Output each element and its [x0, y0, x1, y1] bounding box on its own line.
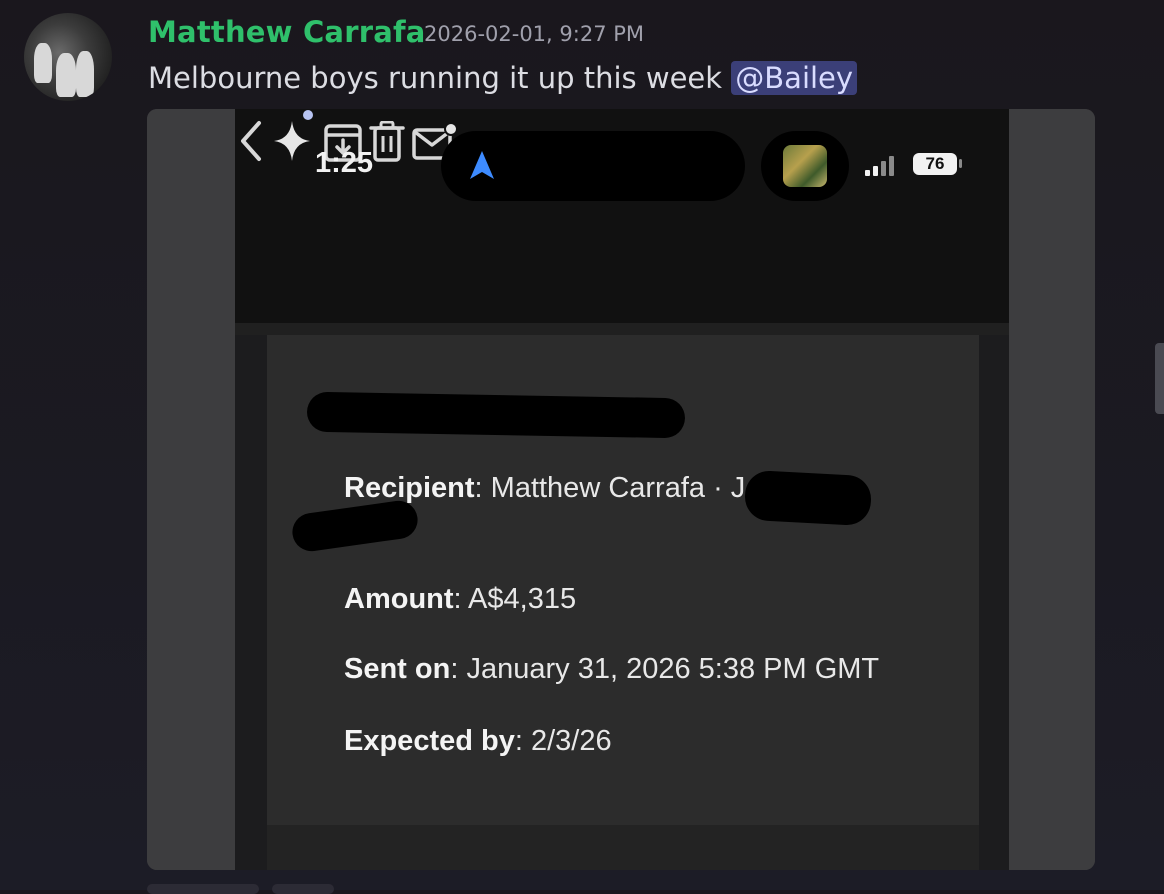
- navigation-arrow-icon: [470, 151, 494, 179]
- avatar[interactable]: [24, 13, 112, 101]
- toolbar-divider: [235, 323, 1009, 335]
- expected-value: 2/3/26: [530, 725, 612, 757]
- battery-tip: [959, 159, 962, 168]
- reaction-pill[interactable]: [147, 884, 259, 894]
- amount-value: A$4,315: [468, 583, 577, 615]
- amount-label: Amount: [344, 583, 454, 615]
- message-timestamp: 2026-02-01, 9:27 PM: [424, 22, 645, 46]
- now-playing-island: [761, 131, 849, 201]
- album-art-icon: [783, 145, 827, 187]
- sent-row: Sent on: January 31, 2026 5:38 PM GMT: [344, 653, 880, 685]
- dynamic-island: [441, 131, 745, 201]
- trash-icon: [369, 120, 406, 162]
- email-frame-right: [979, 335, 1009, 870]
- expected-label: Expected by: [344, 725, 515, 757]
- scrollbar-thumb[interactable]: [1155, 343, 1164, 414]
- email-frame-left: [235, 335, 267, 870]
- expected-row: Expected by: 2/3/26: [344, 725, 612, 757]
- email-footer-strip: [267, 825, 979, 870]
- chat-message: Matthew Carrafa 2026-02-01, 9:27 PM Melb…: [0, 0, 1164, 894]
- status-bar-time: 1:25: [315, 147, 374, 179]
- redaction-mark: [289, 498, 421, 554]
- battery-indicator: 76: [913, 153, 957, 175]
- redaction-mark: [306, 391, 686, 439]
- message-text-line: Melbourne boys running it up this week @…: [148, 61, 858, 95]
- reaction-pill[interactable]: [272, 884, 334, 894]
- sent-label: Sent on: [344, 653, 451, 685]
- author-name[interactable]: Matthew Carrafa: [148, 15, 426, 49]
- email-body: Recipient: Matthew Carrafa · J Amount: A…: [267, 335, 979, 825]
- recipient-value: Matthew Carrafa · J: [490, 472, 746, 504]
- recipient-row: Recipient: Matthew Carrafa · J: [344, 472, 746, 504]
- image-letterbox-right: [1009, 109, 1095, 870]
- phone-screenshot: 1:25 76 Recipient: Matthew Carrafa · J A…: [235, 109, 1009, 870]
- sent-value: January 31, 2026 5:38 PM GMT: [466, 653, 880, 685]
- recipient-label: Recipient: [344, 472, 475, 504]
- amount-row: Amount: A$4,315: [344, 583, 577, 615]
- user-mention[interactable]: @Bailey: [731, 61, 858, 95]
- message-text: Melbourne boys running it up this week: [148, 61, 723, 95]
- image-attachment[interactable]: 1:25 76 Recipient: Matthew Carrafa · J A…: [147, 109, 1095, 870]
- back-chevron-icon: [241, 121, 261, 161]
- redaction-mark: [743, 469, 873, 527]
- sparkle-icon: [274, 110, 314, 161]
- cellular-signal-icon: [865, 156, 894, 176]
- image-letterbox-left: [147, 109, 235, 870]
